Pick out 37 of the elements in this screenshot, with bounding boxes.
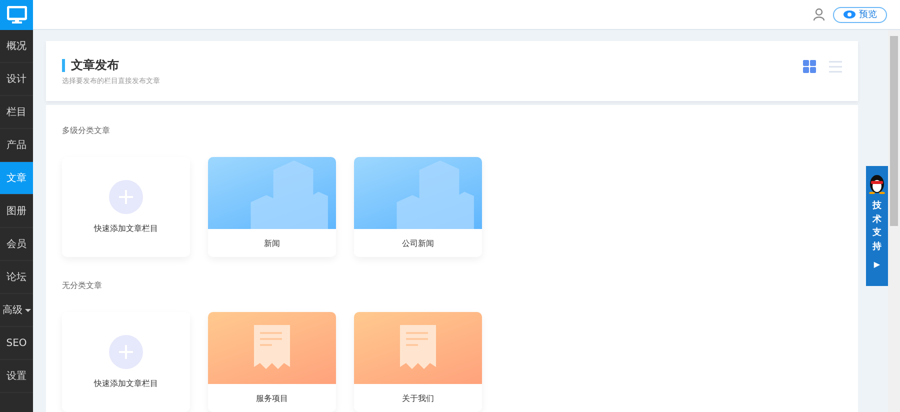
monitor-icon [6, 6, 26, 24]
page-title: 文章发布 [62, 59, 160, 72]
preview-button[interactable]: 预览 [833, 6, 887, 22]
card-label: 新闻 [263, 238, 281, 250]
sidebar-item[interactable]: 会员 [0, 228, 33, 261]
section-title: 无分类文章 [62, 280, 103, 291]
category-card[interactable]: 公司新闻 [354, 157, 482, 257]
sidebar-item[interactable]: 高级 [0, 294, 33, 327]
add-category-card[interactable]: 快速添加文章栏目 [62, 157, 190, 257]
section-title: 多级分类文章 [62, 125, 111, 136]
sidebar-item[interactable]: 论坛 [0, 261, 33, 294]
category-card[interactable]: 关于我们 [354, 312, 482, 412]
arrow-icon: ▶ [874, 260, 880, 269]
sidebar-item[interactable]: 概况 [0, 30, 33, 63]
sidebar-item[interactable]: 图册 [0, 195, 33, 228]
add-category-card[interactable]: 快速添加文章栏目 [62, 312, 190, 412]
card-label: 快速添加文章栏目 [94, 223, 158, 234]
logo-tile[interactable] [0, 0, 33, 30]
eye-icon [843, 10, 856, 19]
user-icon[interactable] [813, 8, 825, 21]
sidebar-item[interactable]: 栏目 [0, 96, 33, 129]
card-label: 服务项目 [255, 392, 289, 404]
plus-icon [109, 335, 143, 369]
category-card[interactable]: 新闻 [208, 157, 336, 257]
grid-view-icon[interactable] [803, 60, 816, 73]
plus-icon [109, 180, 143, 214]
card-label: 快速添加文章栏目 [94, 378, 158, 389]
category-card[interactable]: 服务项目 [208, 312, 336, 412]
tech-support-widget[interactable]: 技术支持 ▶ [866, 166, 888, 286]
penguin-icon [867, 172, 887, 194]
support-label: 技术支持 [872, 200, 882, 254]
sidebar-item[interactable]: 设置 [0, 360, 33, 393]
sidebar-item[interactable]: SEO [0, 327, 33, 360]
scrollbar[interactable] [888, 30, 900, 412]
card-label: 关于我们 [401, 392, 435, 404]
card-label: 公司新闻 [401, 238, 435, 250]
sidebar-item[interactable]: 设计 [0, 63, 33, 96]
